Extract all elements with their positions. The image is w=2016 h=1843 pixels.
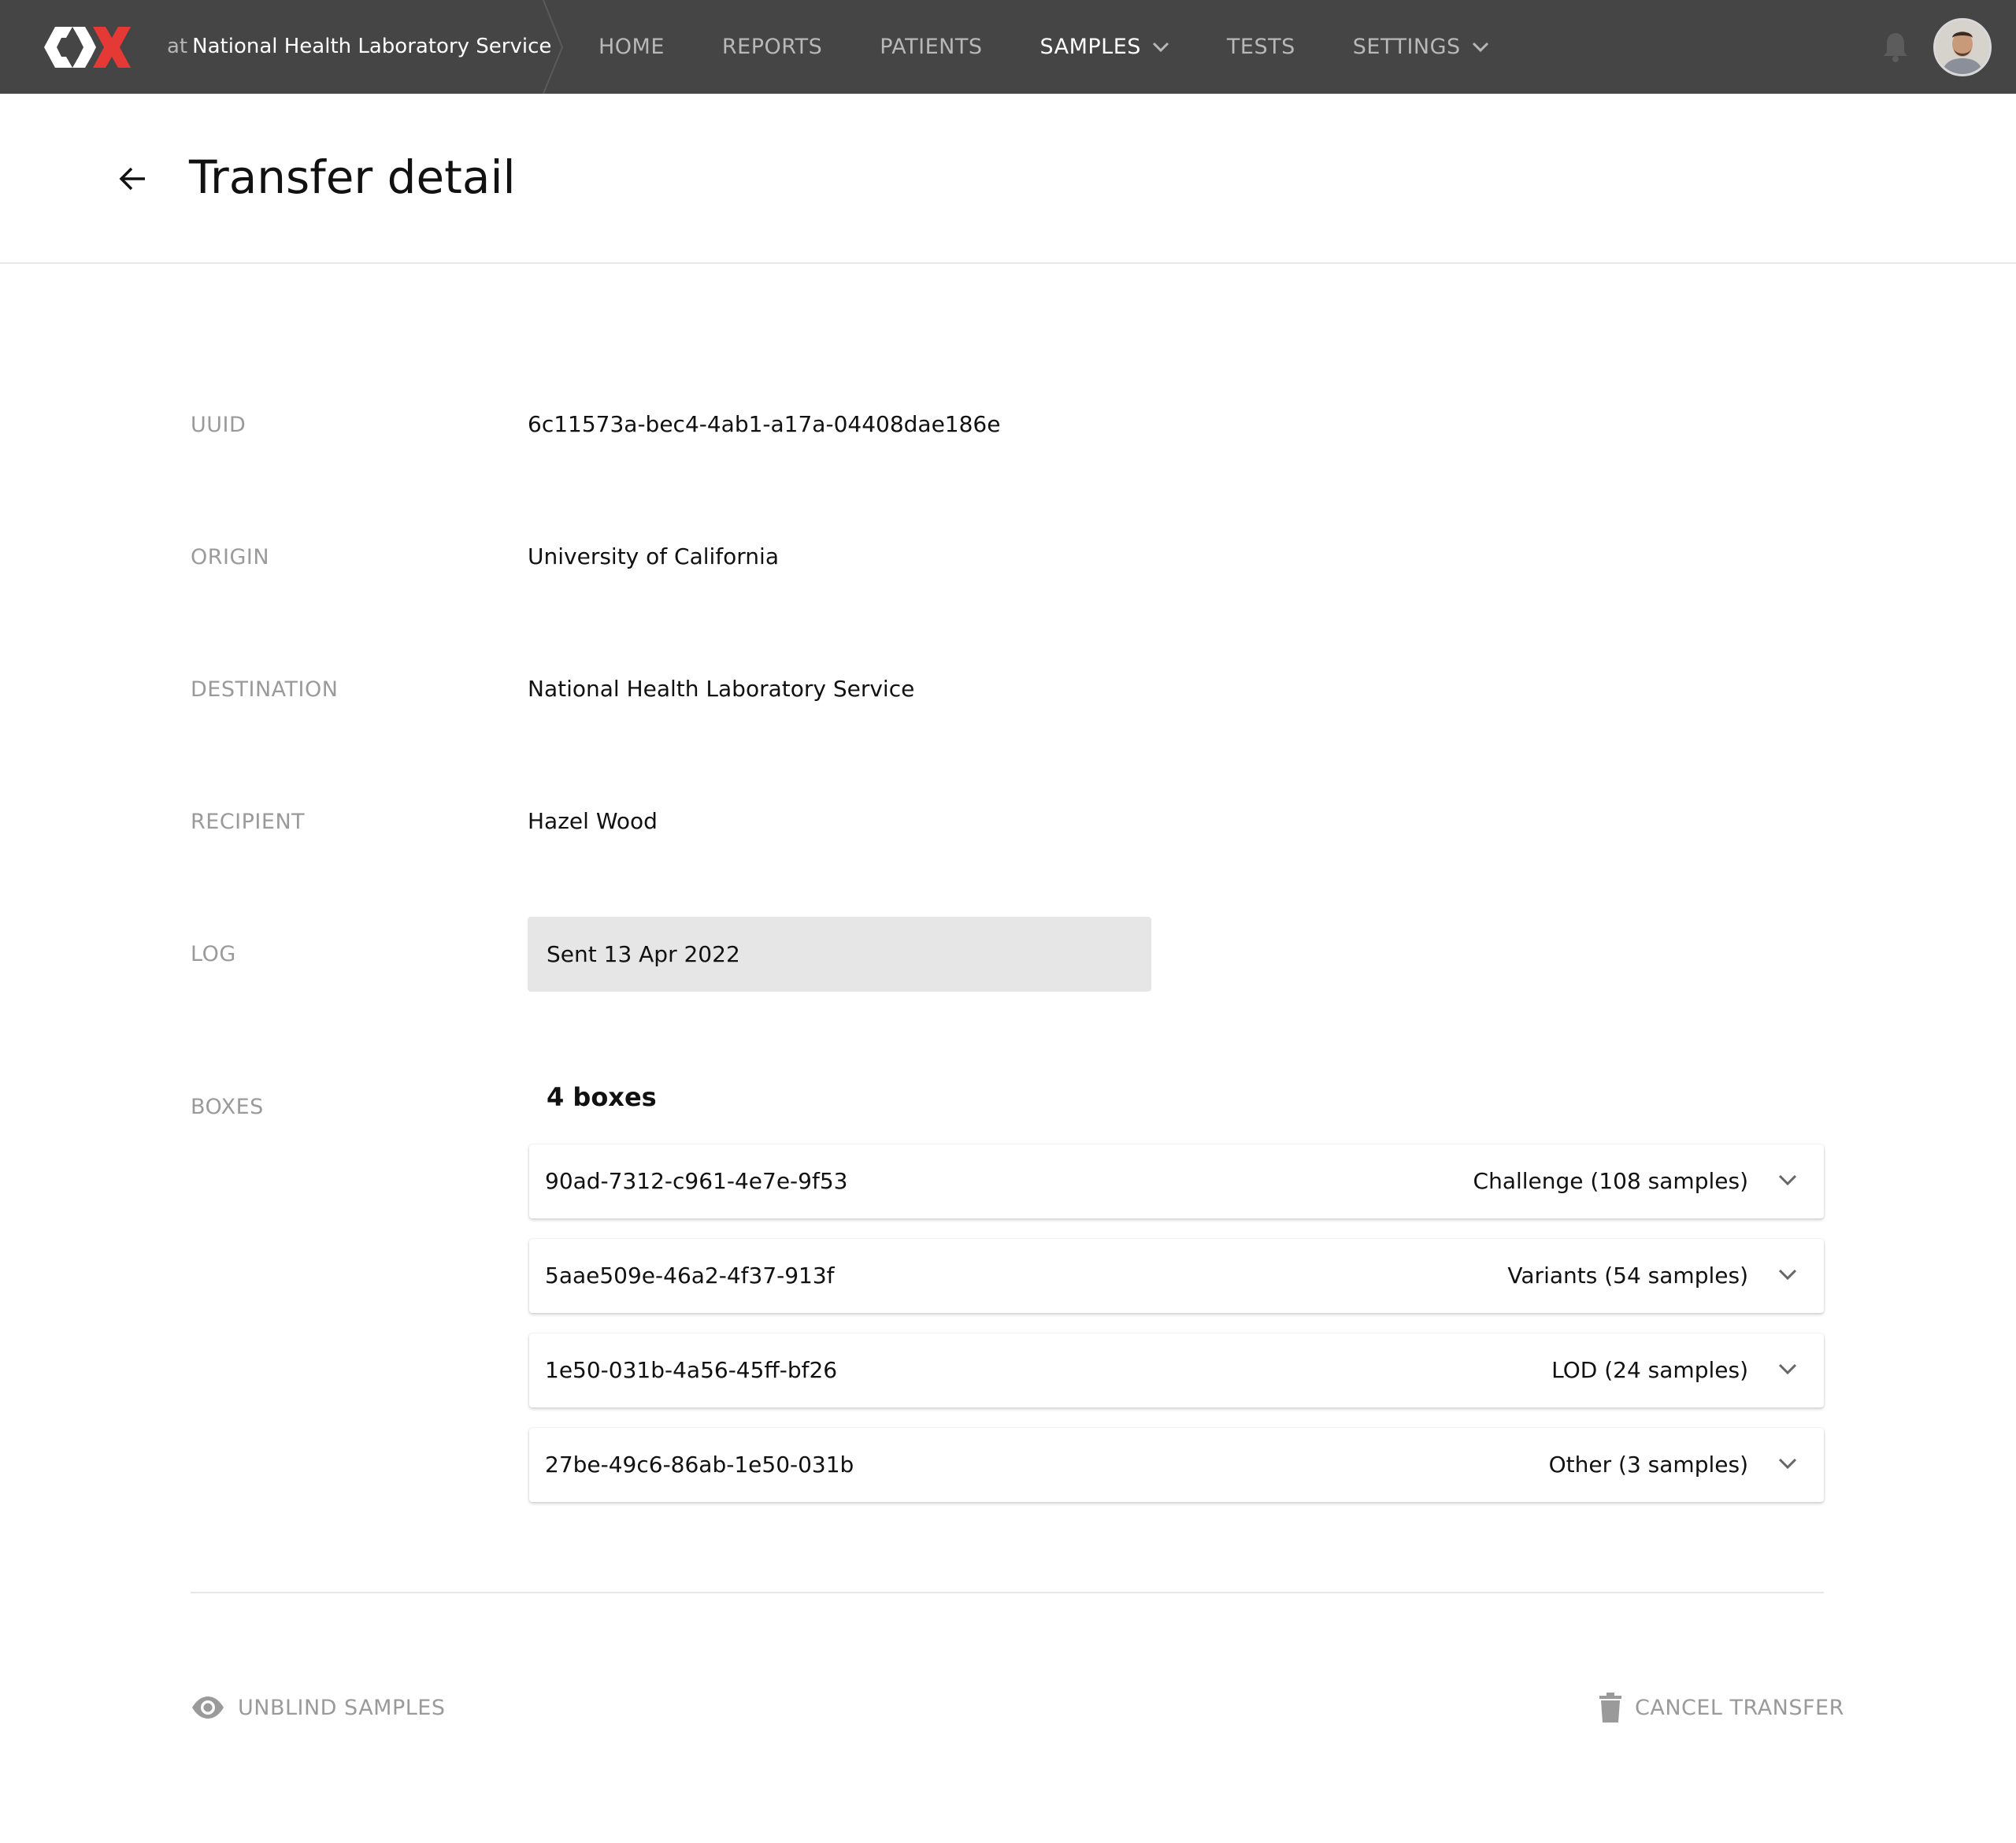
main-nav: HOME REPORTS PATIENTS SAMPLES TESTS SETT… xyxy=(598,0,1547,94)
nav-tests-label: TESTS xyxy=(1226,35,1295,59)
log-value: Sent 13 Apr 2022 xyxy=(547,941,740,967)
nav-reports[interactable]: REPORTS xyxy=(722,0,822,94)
recipient-value: Hazel Wood xyxy=(528,808,658,834)
recipient-label: RECIPIENT xyxy=(191,810,306,834)
trash-icon xyxy=(1599,1693,1621,1722)
box-type: LOD (24 samples) xyxy=(1551,1357,1748,1383)
uuid-label: UUID xyxy=(191,413,246,437)
nav-patients-label: PATIENTS xyxy=(880,35,983,59)
breadcrumb-separator-icon xyxy=(543,0,564,94)
box-list: 90ad-7312-c961-4e7e-9f53 Challenge (108 … xyxy=(529,1144,1824,1522)
chevron-down-icon[interactable] xyxy=(1778,1269,1797,1281)
box-row[interactable]: 1e50-031b-4a56-45ff-bf26 LOD (24 samples… xyxy=(529,1333,1824,1407)
nav-samples[interactable]: SAMPLES xyxy=(1040,0,1169,94)
page-header: Transfer detail xyxy=(0,94,2016,264)
box-id: 90ad-7312-c961-4e7e-9f53 xyxy=(545,1168,848,1194)
cdx-logo-icon[interactable] xyxy=(44,27,131,68)
box-id: 1e50-031b-4a56-45ff-bf26 xyxy=(545,1357,838,1383)
page-title: Transfer detail xyxy=(189,150,516,204)
unblind-samples-label: UNBLIND SAMPLES xyxy=(238,1695,446,1720)
box-type: Challenge (108 samples) xyxy=(1473,1168,1748,1194)
box-id: 5aae509e-46a2-4f37-913f xyxy=(545,1263,835,1289)
nav-home-label: HOME xyxy=(598,35,665,59)
nav-home[interactable]: HOME xyxy=(598,0,665,94)
arrow-left-icon[interactable] xyxy=(117,163,148,195)
origin-value: University of California xyxy=(528,543,779,569)
uuid-value: 6c11573a-bec4-4ab1-a17a-04408dae186e xyxy=(528,411,1001,437)
chevron-down-icon[interactable] xyxy=(1778,1458,1797,1470)
box-id: 27be-49c6-86ab-1e50-031b xyxy=(545,1452,854,1478)
nav-reports-label: REPORTS xyxy=(721,35,823,59)
box-row[interactable]: 90ad-7312-c961-4e7e-9f53 Challenge (108 … xyxy=(529,1144,1824,1218)
box-row[interactable]: 27be-49c6-86ab-1e50-031b Other (3 sample… xyxy=(529,1428,1824,1502)
nav-patients[interactable]: PATIENTS xyxy=(880,0,982,94)
chevron-down-icon xyxy=(1152,42,1169,52)
box-type: Variants (54 samples) xyxy=(1507,1263,1748,1289)
section-divider xyxy=(191,1592,1824,1593)
log-entry: Sent 13 Apr 2022 xyxy=(528,917,1151,992)
boxes-count: 4 boxes xyxy=(547,1082,657,1112)
institution-label: National Health Laboratory Service xyxy=(192,35,552,58)
nav-samples-label: SAMPLES xyxy=(1040,35,1141,59)
unblind-samples-button[interactable]: UNBLIND SAMPLES xyxy=(191,1690,446,1725)
user-avatar[interactable] xyxy=(1933,18,1992,76)
log-label: LOG xyxy=(191,942,236,966)
nav-settings-label: SETTINGS xyxy=(1352,35,1461,59)
box-row[interactable]: 5aae509e-46a2-4f37-913f Variants (54 sam… xyxy=(529,1239,1824,1313)
institution-prefix: at xyxy=(167,35,188,58)
top-navigation-bar: at National Health Laboratory Service HOM… xyxy=(0,0,2016,94)
bell-icon[interactable] xyxy=(1882,32,1909,63)
avatar-image-icon xyxy=(1936,20,1989,74)
chevron-down-icon[interactable] xyxy=(1778,1174,1797,1187)
destination-value: National Health Laboratory Service xyxy=(528,676,915,702)
eye-icon xyxy=(192,1697,224,1719)
chevron-down-icon xyxy=(1472,42,1488,52)
chevron-down-icon[interactable] xyxy=(1778,1363,1797,1376)
nav-tests[interactable]: TESTS xyxy=(1227,0,1295,94)
institution-name[interactable]: at National Health Laboratory Service xyxy=(167,0,551,94)
cancel-transfer-button[interactable]: CANCEL TRANSFER xyxy=(1599,1690,1844,1725)
nav-settings[interactable]: SETTINGS xyxy=(1353,0,1489,94)
boxes-label: BOXES xyxy=(191,1095,264,1119)
destination-label: DESTINATION xyxy=(191,677,339,702)
cancel-transfer-label: CANCEL TRANSFER xyxy=(1635,1695,1844,1720)
origin-label: ORIGIN xyxy=(191,545,270,569)
box-type: Other (3 samples) xyxy=(1548,1452,1748,1478)
